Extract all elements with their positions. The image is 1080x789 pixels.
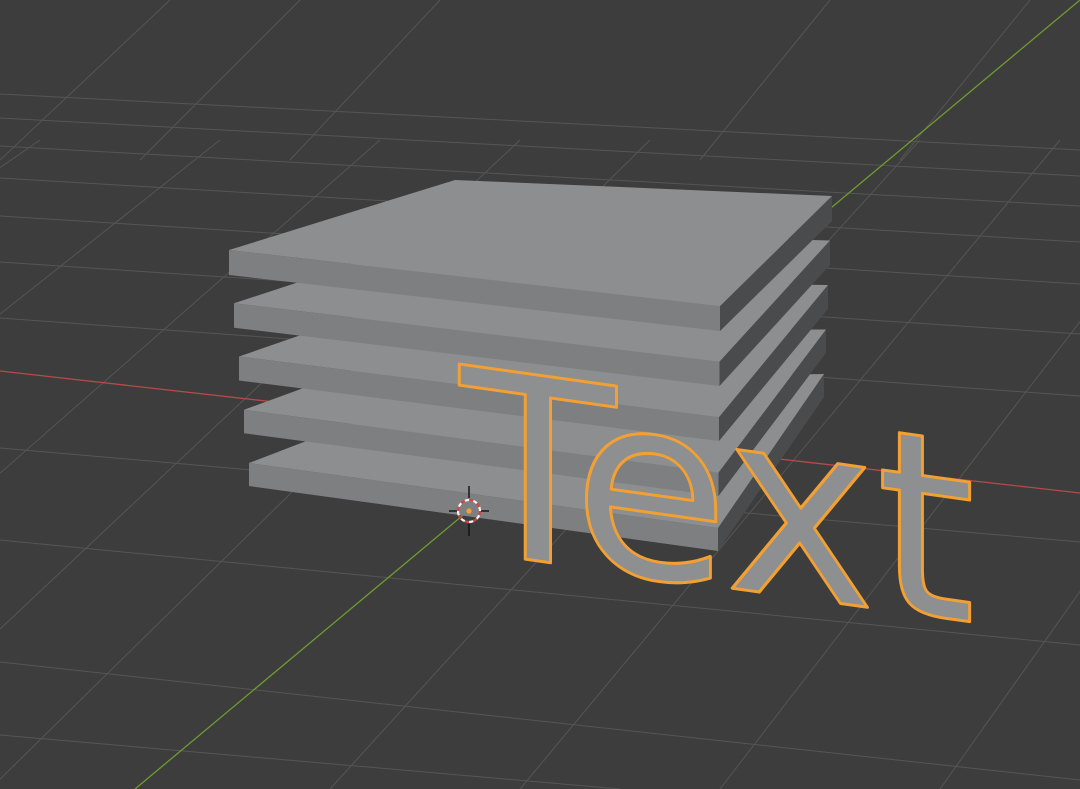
grid-line [899, 0, 1031, 161]
grid-line [0, 139, 41, 169]
grid-line [289, 0, 441, 161]
text-object[interactable]: Text [455, 312, 978, 685]
grid-line [0, 0, 171, 161]
text-object-label: Text [456, 314, 976, 684]
grid-line [139, 0, 301, 161]
3d-viewport[interactable]: Text [0, 0, 1080, 789]
grid-line [0, 661, 1080, 781]
grid-line [0, 117, 1080, 177]
viewport-scene[interactable]: Text [0, 0, 1080, 789]
